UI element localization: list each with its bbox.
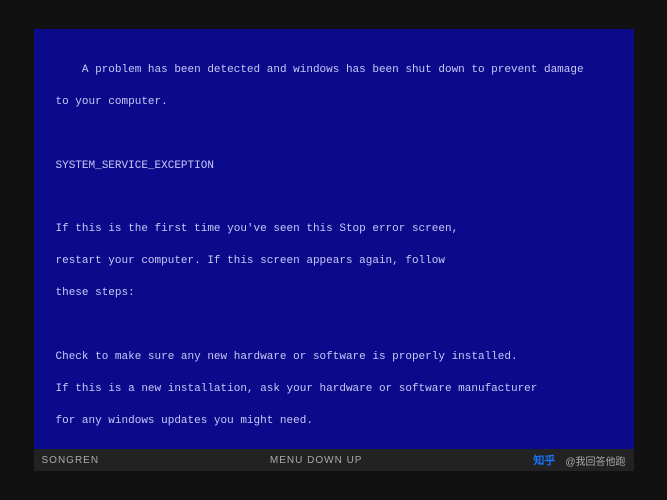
bsod-line7: restart your computer. If this screen ap…: [56, 255, 445, 267]
bsod-content: A problem has been detected and windows …: [56, 47, 612, 449]
bsod-line6: If this is the first time you've seen th…: [56, 223, 459, 235]
bsod-line10: Check to make sure any new hardware or s…: [56, 351, 518, 363]
zhihu-logo: 知乎: [533, 452, 555, 468]
menu-label: MENU DOWN UP: [270, 455, 363, 466]
brand-label: SONGREN: [42, 455, 100, 466]
user-tag: @我回答他跑: [565, 453, 625, 468]
bsod-line12: for any windows updates you might need.: [56, 415, 313, 427]
bottom-right-area: 知乎 @我回答他跑: [533, 452, 625, 468]
bsod-line11: If this is a new installation, ask your …: [56, 383, 538, 395]
bsod-line4: SYSTEM_SERVICE_EXCEPTION: [56, 160, 214, 172]
bsod-line1: A problem has been detected and windows …: [82, 64, 584, 76]
bsod-line2: to your computer.: [56, 96, 168, 108]
bsod-screen: A problem has been detected and windows …: [34, 29, 634, 449]
bottom-bar: SONGREN MENU DOWN UP 知乎 @我回答他跑: [34, 449, 634, 471]
bsod-line8: these steps:: [56, 287, 135, 299]
